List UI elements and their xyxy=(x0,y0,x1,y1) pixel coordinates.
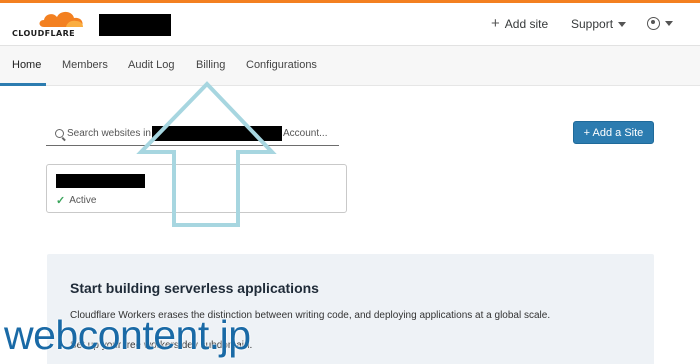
redacted-account-name xyxy=(99,14,171,36)
caret-down-icon xyxy=(618,21,627,27)
search-placeholder-suffix: Account... xyxy=(283,128,328,139)
header-add-site-link[interactable]: + Add site xyxy=(491,15,549,32)
tab-members[interactable]: Members xyxy=(62,59,108,71)
top-header: CLOUDFLARE + Add site Support xyxy=(0,3,700,46)
check-icon: ✓ xyxy=(56,195,66,207)
cloud-logo-icon xyxy=(39,11,83,27)
site-status-label: Active xyxy=(69,195,97,206)
site-status: ✓ Active xyxy=(56,194,96,207)
add-a-site-button[interactable]: + Add a Site xyxy=(573,121,654,144)
search-placeholder-prefix: Search websites in xyxy=(67,128,151,139)
redacted-account-name xyxy=(152,126,282,141)
cloudflare-logo[interactable]: CLOUDFLARE xyxy=(12,9,90,41)
tab-billing[interactable]: Billing xyxy=(196,59,225,71)
tab-home[interactable]: Home xyxy=(12,59,41,71)
brand-wordmark: CLOUDFLARE xyxy=(12,29,75,38)
user-menu[interactable] xyxy=(647,17,673,30)
support-label: Support xyxy=(571,17,614,31)
caret-down-icon xyxy=(665,21,673,26)
tab-configurations[interactable]: Configurations xyxy=(246,59,317,71)
support-menu[interactable]: Support xyxy=(571,17,627,31)
account-nav: Home Members Audit Log Billing Configura… xyxy=(0,46,700,86)
watermark-text: webcontent.jp xyxy=(4,312,251,358)
active-tab-indicator xyxy=(0,83,46,86)
search-icon xyxy=(55,129,64,138)
tab-audit-log[interactable]: Audit Log xyxy=(128,59,174,71)
user-icon xyxy=(647,17,660,30)
redacted-site-name xyxy=(56,174,145,188)
header-add-site-label: Add site xyxy=(504,17,549,31)
search-input[interactable]: Search websites in Account... xyxy=(46,122,339,146)
promo-title: Start building serverless applications xyxy=(70,280,319,296)
site-card[interactable]: ✓ Active xyxy=(46,164,347,213)
plus-icon: + xyxy=(491,15,500,32)
